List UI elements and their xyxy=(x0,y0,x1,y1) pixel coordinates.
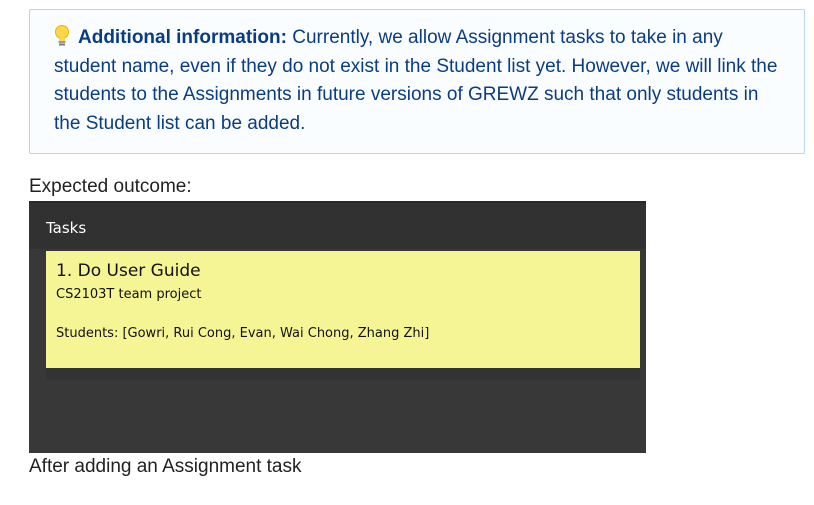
task-card-shadow xyxy=(46,368,640,380)
task-description: CS2103T team project xyxy=(56,287,202,302)
task-title: 1. Do User Guide xyxy=(56,261,201,281)
tasks-panel-title: Tasks xyxy=(46,219,87,237)
task-students: Students: [Gowri, Rui Cong, Evan, Wai Ch… xyxy=(56,326,430,341)
task-card[interactable]: 1. Do User Guide CS2103T team project St… xyxy=(46,251,640,368)
info-box-label: Additional information: xyxy=(78,27,287,48)
tasks-panel-header: Tasks xyxy=(29,203,646,249)
expected-outcome-label: Expected outcome: xyxy=(29,176,192,197)
tasks-panel-screenshot: Tasks 1. Do User Guide CS2103T team proj… xyxy=(29,201,646,453)
info-box: Additional information: Currently, we al… xyxy=(29,9,805,154)
figure-caption: After adding an Assignment task xyxy=(29,456,302,477)
lightbulb-icon xyxy=(54,25,70,47)
